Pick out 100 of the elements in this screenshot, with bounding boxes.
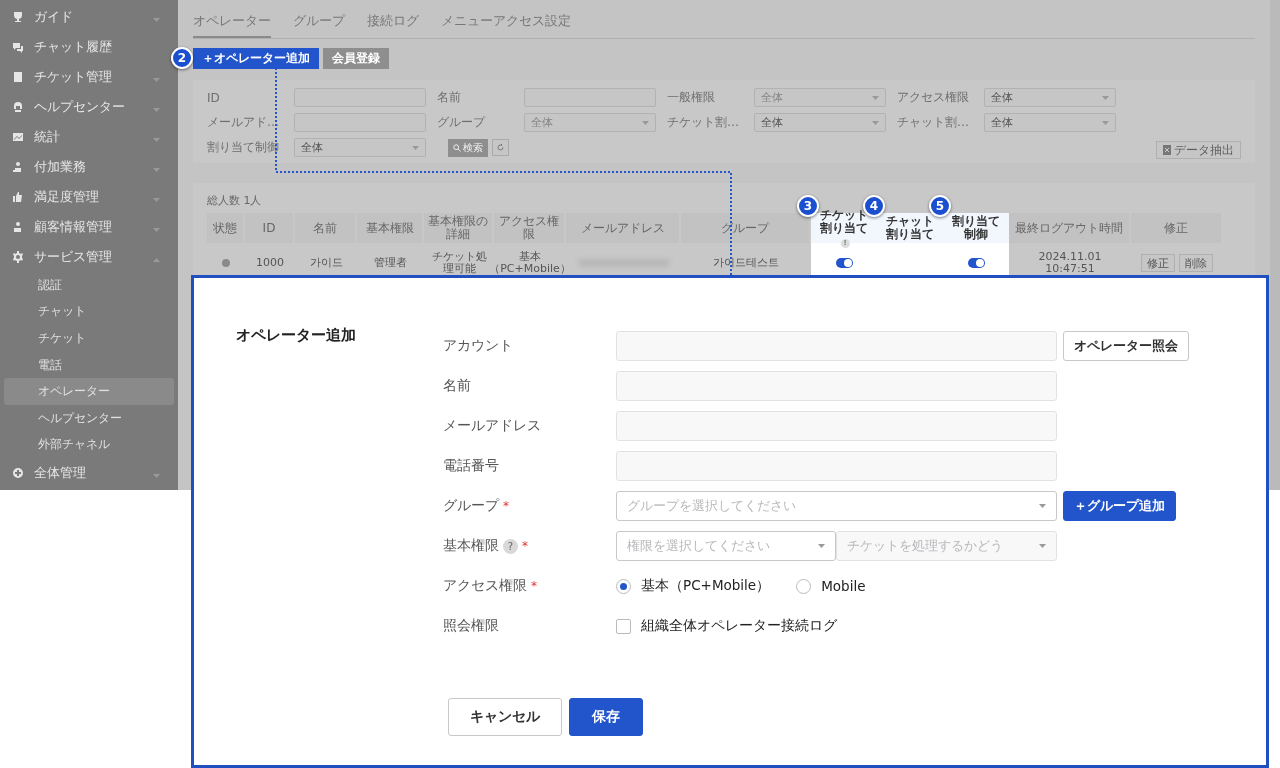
tab[interactable]: オペレーター xyxy=(193,13,271,38)
filter-select[interactable]: 全体 xyxy=(524,113,656,132)
sidebar-subitem[interactable]: 電話 xyxy=(4,351,174,379)
gear-icon xyxy=(12,251,24,263)
row-button[interactable]: 修正 xyxy=(1141,254,1175,272)
help-icon[interactable]: ? xyxy=(503,538,518,554)
filter-select[interactable]: 全体 xyxy=(984,113,1116,132)
caret-icon xyxy=(642,120,649,125)
sidebar-subitem[interactable]: チャット xyxy=(4,298,174,326)
lookup-button[interactable]: オペレーター照会 xyxy=(1063,331,1189,361)
select-value: 全体 xyxy=(301,140,324,155)
select-field[interactable]: 権限を選択してください xyxy=(616,531,836,561)
chat-icon xyxy=(12,41,24,53)
field-label: 照会権限 xyxy=(443,617,499,635)
table-cell: 가이드테스트 xyxy=(713,256,779,270)
sidebar-item[interactable]: 満足度管理 xyxy=(0,182,170,212)
refresh-icon xyxy=(496,142,505,152)
filter-select[interactable]: 全体 xyxy=(294,138,426,157)
caret-icon xyxy=(153,107,160,112)
field-label: メールアドレス xyxy=(443,417,541,435)
total-count: 総人数 1人 xyxy=(207,194,262,207)
caret-icon xyxy=(153,17,160,22)
save-button[interactable]: 保存 xyxy=(569,698,643,736)
sidebar-item[interactable]: ガイド xyxy=(0,2,170,32)
caret-icon xyxy=(1102,95,1109,100)
filter-label: ID xyxy=(207,90,221,105)
field-label: アカウント xyxy=(443,337,513,355)
filter-label: 名前 xyxy=(437,89,462,106)
cancel-button[interactable]: キャンセル xyxy=(448,698,562,736)
column-header: 名前 xyxy=(295,213,355,243)
chart-icon xyxy=(12,131,24,143)
required-mark: * xyxy=(531,579,537,593)
table-cell: 基本（PC+Mobile） xyxy=(489,250,571,276)
sidebar-subitem[interactable]: 認証 xyxy=(4,272,174,299)
column-header: 修正 xyxy=(1131,213,1221,243)
caret-icon xyxy=(1039,504,1046,508)
radio-option[interactable]: Mobile xyxy=(796,578,866,594)
required-mark: * xyxy=(522,539,528,553)
sidebar-item[interactable]: 顧客情報管理 xyxy=(0,212,170,242)
toggle-switch[interactable] xyxy=(967,258,985,268)
filter-select[interactable]: 全体 xyxy=(754,88,886,107)
row-button[interactable]: 削除 xyxy=(1179,254,1213,272)
sidebar-item[interactable]: チャット履歴 xyxy=(0,32,170,62)
tab[interactable]: グループ xyxy=(293,13,345,38)
caret-icon xyxy=(153,77,160,82)
thumbs-up-icon xyxy=(12,191,24,203)
column-header: 状態 xyxy=(207,213,243,243)
sidebar-item[interactable]: 全体管理 xyxy=(0,458,170,489)
filter-select[interactable]: 全体 xyxy=(984,88,1116,107)
sidebar-subitem[interactable]: オペレーター xyxy=(4,378,174,405)
filter-label: グループ xyxy=(437,114,487,131)
status-dot xyxy=(222,259,230,267)
text-field[interactable] xyxy=(616,451,1057,481)
checkbox-option[interactable]: 組織全体オペレーター接続ログ xyxy=(616,617,837,635)
field-label: 電話番号 xyxy=(443,457,499,475)
sidebar-subitem[interactable]: チケット xyxy=(4,325,174,352)
tab[interactable]: メニューアクセス設定 xyxy=(441,13,571,38)
sidebar-subitem[interactable]: ヘルプセンター xyxy=(4,404,174,432)
filter-select[interactable]: 全体 xyxy=(754,113,886,132)
column-header: アクセス権限 xyxy=(494,213,564,243)
column-header: 基本権限 xyxy=(357,213,422,243)
toggle-switch[interactable] xyxy=(835,258,853,268)
document-icon xyxy=(12,71,24,83)
export-button[interactable]: データ抽出 xyxy=(1156,141,1241,159)
sidebar-item[interactable]: 付加業務 xyxy=(0,152,170,182)
column-header: メールアドレス xyxy=(566,213,679,243)
sidebar-item[interactable]: ヘルプセンター xyxy=(0,92,170,122)
select-placeholder: 全体 xyxy=(531,115,554,130)
text-field[interactable] xyxy=(616,331,1057,361)
caret-icon xyxy=(153,167,160,172)
add-group-button[interactable]: ＋グループ追加 xyxy=(1063,491,1176,521)
register-button[interactable]: 会員登録 xyxy=(323,48,389,69)
spreadsheet-icon xyxy=(1163,145,1171,155)
step-badge: 3 xyxy=(797,195,819,217)
headset-icon xyxy=(12,101,24,113)
caret-icon xyxy=(872,120,879,125)
text-field[interactable] xyxy=(616,371,1057,401)
field-label: アクセス権限 xyxy=(443,577,527,595)
caret-icon xyxy=(153,137,160,142)
text-field[interactable] xyxy=(616,411,1057,441)
required-mark: * xyxy=(503,499,509,513)
select-value: 全体 xyxy=(991,115,1014,130)
select-value: 全体 xyxy=(761,115,784,130)
add-operator-button[interactable]: ＋オペレーター追加 xyxy=(193,48,319,69)
search-button[interactable]: 検索 xyxy=(448,138,488,157)
table-cell: 가이드 xyxy=(309,256,343,270)
field-label: グループ xyxy=(443,497,499,515)
caret-icon xyxy=(818,544,825,548)
tab[interactable]: 接続ログ xyxy=(367,13,419,38)
table-cell: 管理者 xyxy=(374,256,407,270)
table-cell: 1000 xyxy=(256,256,284,270)
radio-option[interactable]: 基本（PC+Mobile） xyxy=(616,577,771,595)
field-label: 基本権限 xyxy=(443,537,499,555)
sidebar-item[interactable]: サービス管理 xyxy=(0,242,170,272)
caret-icon xyxy=(872,95,879,100)
field-label: 名前 xyxy=(443,377,471,395)
reset-button[interactable] xyxy=(492,138,509,156)
sidebar-item[interactable]: チケット管理 xyxy=(0,62,170,92)
sidebar-subitem[interactable]: 外部チャネル xyxy=(4,431,174,459)
sidebar-item[interactable]: 統計 xyxy=(0,122,170,152)
